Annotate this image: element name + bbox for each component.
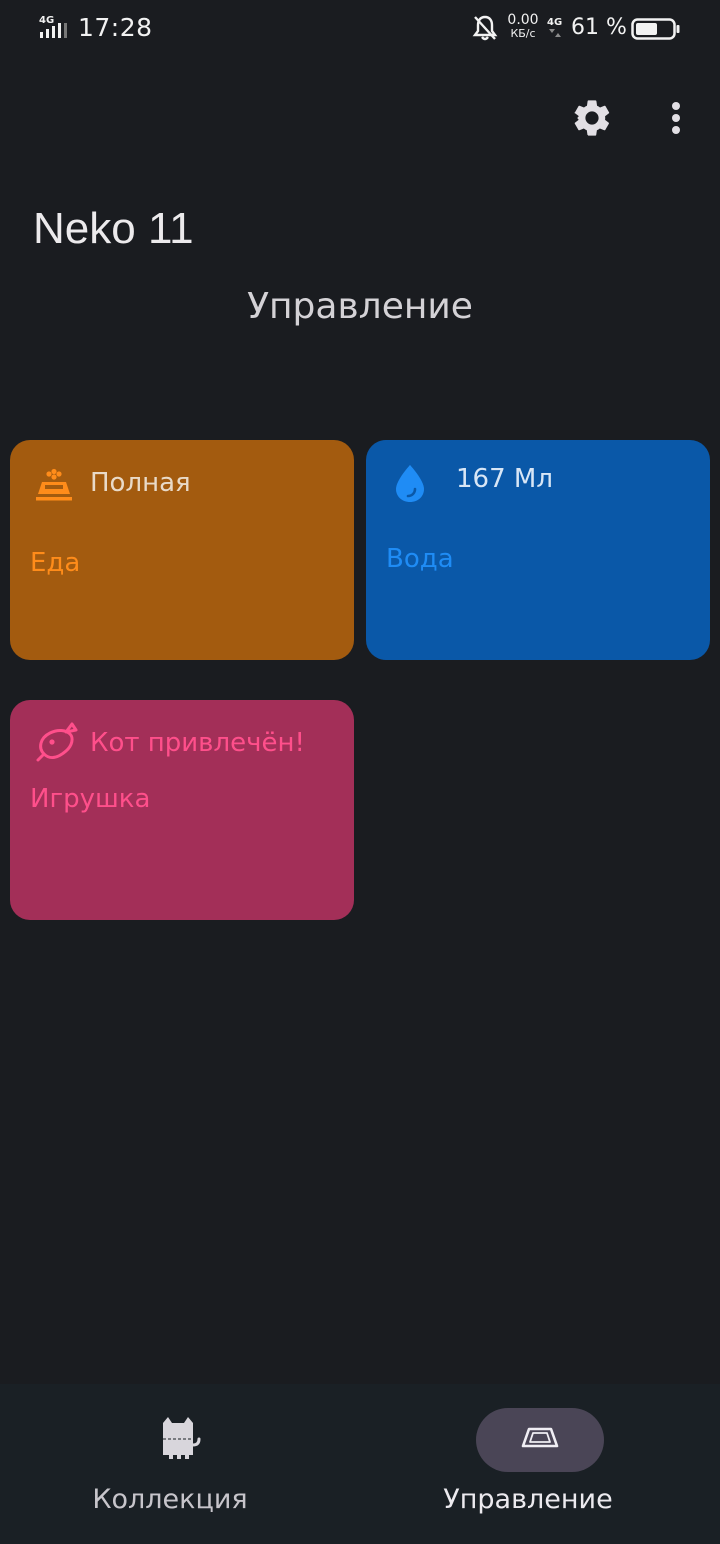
more-vertical-icon [670, 100, 682, 140]
tile-toy[interactable]: Кот привлечён! Игрушка [10, 700, 354, 920]
network-speed: 0.00 КБ/с [504, 13, 542, 39]
signal-icon: 4G [546, 16, 564, 40]
tile-label: Игрушка [30, 784, 151, 814]
cat-icon [159, 1415, 201, 1465]
more-options-button[interactable] [656, 96, 696, 144]
water-drop-icon [390, 462, 430, 502]
status-time: 17:28 [78, 13, 153, 42]
settings-button[interactable] [566, 96, 618, 144]
signal-icon: 4G [38, 14, 70, 40]
tile-status: Полная [90, 468, 191, 498]
nav-item-control[interactable]: Управление [360, 1384, 720, 1544]
tile-status: 167 Мл [456, 464, 553, 494]
battery-icon [631, 17, 681, 41]
status-bar: 4G 17:28 0.00 КБ/с 4G 61 % [0, 0, 720, 60]
battery-percent: 61 % [571, 15, 627, 40]
nav-label: Коллекция [92, 1484, 248, 1515]
bowl-outline-icon [520, 1426, 560, 1454]
gear-icon [570, 96, 614, 144]
screen: 4G 17:28 0.00 КБ/с 4G 61 % Neko 11 Управ… [0, 0, 720, 1544]
tile-status: Кот привлечён! [90, 728, 305, 758]
bell-off-icon [472, 14, 498, 42]
tile-food[interactable]: Полная Еда [10, 440, 354, 660]
nav-icon-container-selected [476, 1408, 604, 1472]
page-title: Управление [247, 286, 473, 327]
bottom-navigation: Коллекция Управление [0, 1384, 720, 1544]
fish-toy-icon [34, 720, 78, 762]
speed-unit: КБ/с [510, 27, 536, 40]
svg-text:4G: 4G [547, 17, 562, 28]
speed-value: 0.00 [507, 12, 539, 28]
nav-icon-container [116, 1408, 244, 1472]
nav-label: Управление [443, 1484, 613, 1515]
nav-item-collection[interactable]: Коллекция [0, 1384, 360, 1544]
food-bowl-icon [34, 466, 74, 506]
tile-water[interactable]: 167 Мл Вода [366, 440, 710, 660]
tile-label: Еда [30, 548, 81, 578]
svg-text:4G: 4G [39, 15, 54, 26]
tile-label: Вода [386, 544, 454, 574]
app-title: Neko 11 [33, 204, 194, 253]
